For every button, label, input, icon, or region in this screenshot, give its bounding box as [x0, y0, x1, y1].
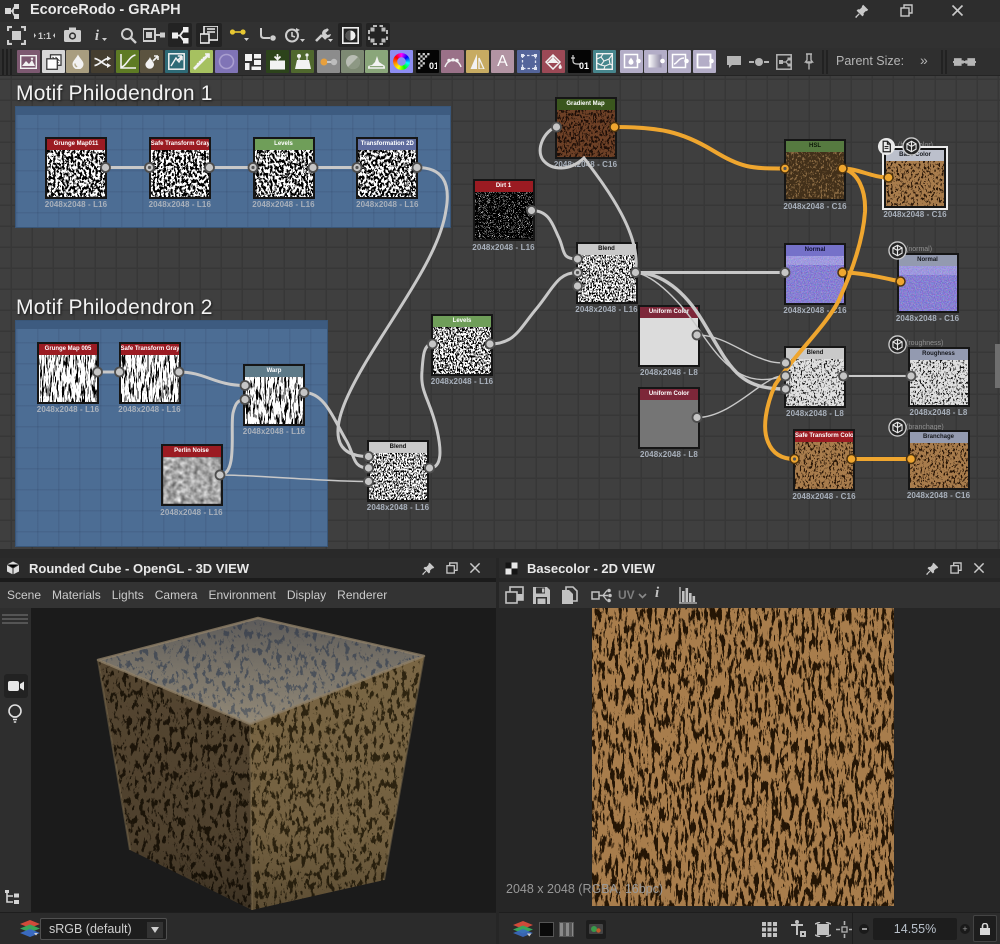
svg-text:01: 01 — [579, 61, 589, 70]
svg-text:i: i — [95, 28, 100, 44]
svg-text:1:1: 1:1 — [37, 31, 50, 41]
svg-text:01: 01 — [429, 61, 437, 70]
